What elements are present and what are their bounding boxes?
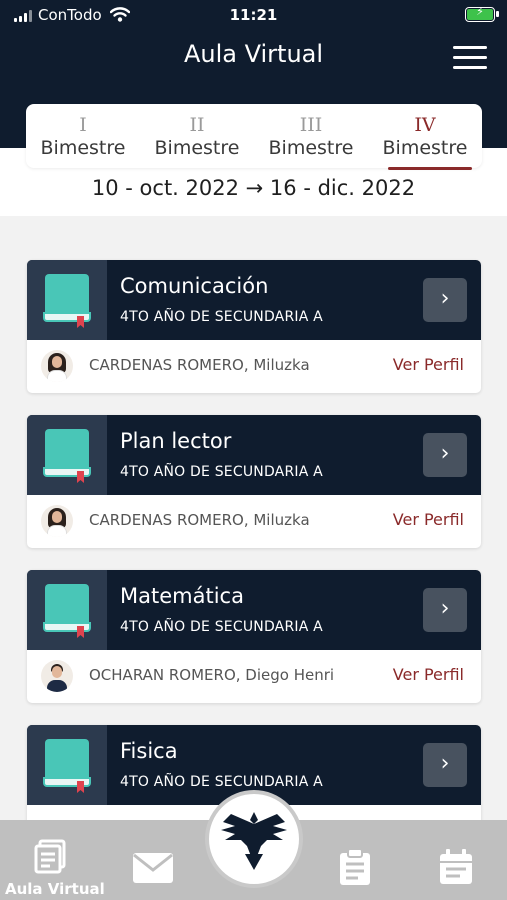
book-icon (27, 570, 107, 650)
tab-roman: II (189, 114, 205, 136)
course-grade: 4TO AÑO DE SECUNDARIA A (120, 774, 323, 790)
course-header: Comunicación 4TO AÑO DE SECUNDARIA A › (27, 260, 481, 340)
course-name: Matemática (120, 584, 244, 608)
teacher-row: CARDENAS ROMERO, Miluzka Ver Perfil (27, 340, 481, 393)
bimestre-tabs: I Bimestre II Bimestre III Bimestre IV B… (26, 104, 482, 170)
course-name: Fisica (120, 739, 178, 763)
status-bar: ConTodo 11:21 ⚡ (0, 4, 507, 28)
course-grade: 4TO AÑO DE SECUNDARIA A (120, 619, 323, 635)
course-grade: 4TO AÑO DE SECUNDARIA A (120, 309, 323, 325)
tab-label: Bimestre (268, 137, 354, 159)
teacher-name: CARDENAS ROMERO, Miluzka (89, 511, 310, 529)
course-card[interactable]: Matemática 4TO AÑO DE SECUNDARIA A › OCH… (27, 570, 481, 703)
tab-roman: IV (414, 114, 436, 136)
tab-bimestre-1[interactable]: I Bimestre (26, 104, 140, 168)
avatar (41, 350, 73, 382)
view-profile-link[interactable]: Ver Perfil (393, 665, 464, 684)
course-grade: 4TO AÑO DE SECUNDARIA A (120, 464, 323, 480)
page-title: Aula Virtual (183, 40, 324, 68)
clipboard-icon[interactable] (338, 848, 372, 886)
teacher-row: CARDENAS ROMERO, Miluzka Ver Perfil (27, 495, 481, 548)
course-name: Comunicación (120, 274, 269, 298)
view-profile-link[interactable]: Ver Perfil (393, 355, 464, 374)
chevron-right-icon[interactable]: › (423, 278, 467, 322)
teacher-name: OCHARAN ROMERO, Diego Henri (89, 666, 335, 684)
tab-bimestre-3[interactable]: III Bimestre (254, 104, 368, 168)
nav-label-aula-virtual: Aula Virtual (5, 880, 105, 898)
tab-roman: III (299, 114, 323, 136)
avatar (41, 660, 73, 692)
book-icon (27, 415, 107, 495)
battery-icon: ⚡ (465, 5, 499, 22)
chevron-right-icon[interactable]: › (423, 433, 467, 477)
course-header: Plan lector 4TO AÑO DE SECUNDARIA A › (27, 415, 481, 495)
course-header: Matemática 4TO AÑO DE SECUNDARIA A › (27, 570, 481, 650)
course-card[interactable]: Plan lector 4TO AÑO DE SECUNDARIA A › CA… (27, 415, 481, 548)
tab-roman: I (79, 114, 87, 136)
active-tab-indicator (388, 167, 472, 170)
classroom-icon[interactable] (34, 838, 68, 874)
eagle-logo-icon[interactable] (205, 790, 303, 888)
date-range: 10 - oct. 2022 → 16 - dic. 2022 (91, 176, 416, 200)
teacher-name: CARDENAS ROMERO, Miluzka (89, 356, 310, 374)
tab-label: Bimestre (40, 137, 126, 159)
calendar-icon[interactable] (438, 848, 474, 886)
course-card[interactable]: Comunicación 4TO AÑO DE SECUNDARIA A › C… (27, 260, 481, 393)
tab-bimestre-4[interactable]: IV Bimestre (368, 104, 482, 170)
book-icon (27, 260, 107, 340)
tab-label: Bimestre (154, 137, 240, 159)
tab-bimestre-2[interactable]: II Bimestre (140, 104, 254, 168)
chevron-right-icon[interactable]: › (423, 588, 467, 632)
course-name: Plan lector (120, 429, 232, 453)
avatar (41, 505, 73, 537)
status-time: 11:21 (229, 6, 278, 24)
mail-icon[interactable] (132, 852, 174, 884)
view-profile-link[interactable]: Ver Perfil (393, 510, 464, 529)
book-icon (27, 725, 107, 805)
teacher-row: OCHARAN ROMERO, Diego Henri Ver Perfil (27, 650, 481, 703)
menu-icon[interactable] (453, 46, 487, 70)
chevron-right-icon[interactable]: › (423, 743, 467, 787)
tab-label: Bimestre (382, 137, 468, 159)
